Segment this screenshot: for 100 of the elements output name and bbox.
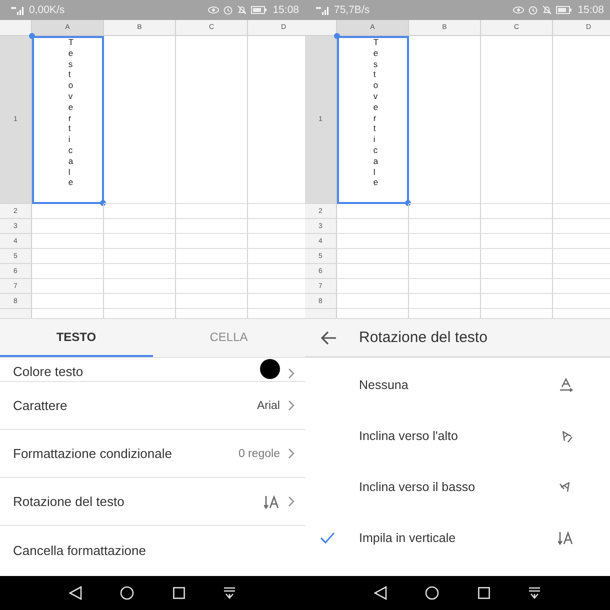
table-cell[interactable] (481, 204, 553, 219)
table-cell[interactable] (337, 264, 409, 279)
notification-icon[interactable] (528, 586, 541, 600)
table-cell[interactable] (337, 294, 409, 309)
network-speed: 75,7B/s (334, 4, 370, 16)
option-label: Impila in verticale (359, 530, 456, 544)
network-speed: 0,00K/s (29, 4, 65, 16)
table-cell[interactable] (337, 279, 409, 294)
table-cell[interactable] (409, 204, 481, 219)
table-cell[interactable] (176, 234, 248, 249)
item-label: Rotazione del testo (13, 494, 124, 509)
home-icon[interactable] (120, 586, 134, 600)
chevron-icon (288, 368, 295, 379)
corner-cell[interactable] (305, 20, 337, 36)
table-cell[interactable] (337, 249, 409, 264)
table-cell[interactable] (481, 264, 553, 279)
clock-time: 15:08 (578, 4, 604, 16)
recents-icon[interactable] (478, 587, 490, 599)
table-cell[interactable] (409, 36, 481, 204)
table-cell[interactable] (481, 279, 553, 294)
table-cell[interactable] (409, 264, 481, 279)
tab[interactable]: TESTO (0, 319, 152, 357)
corner-cell[interactable] (0, 20, 32, 36)
table-cell[interactable] (481, 36, 553, 204)
option-label: Inclina verso l'alto (359, 428, 458, 442)
table-cell[interactable] (32, 294, 104, 309)
table-cell[interactable] (176, 294, 248, 309)
table-cell[interactable] (104, 234, 176, 249)
table-cell[interactable] (32, 234, 104, 249)
vertical-text-icon (558, 530, 574, 544)
table-cell[interactable] (481, 294, 553, 309)
item-label: Formattazione condizionale (13, 446, 172, 461)
item-value: Arial (256, 400, 280, 412)
menu-item[interactable]: Carattere Arial (0, 382, 305, 430)
table-cell[interactable] (104, 204, 176, 219)
text-rotation-icon (558, 378, 574, 392)
table-cell[interactable] (32, 249, 104, 264)
chevron-icon (288, 496, 295, 507)
cell-text: Testo verticale (372, 36, 378, 190)
eye-icon (208, 6, 219, 14)
battery-icon (250, 6, 267, 14)
rotation-option[interactable]: Inclina verso l'alto (305, 410, 610, 461)
table-cell[interactable] (104, 219, 176, 234)
table-cell[interactable] (176, 249, 248, 264)
item-label: Cancella formattazione (13, 542, 146, 558)
table-cell[interactable] (409, 219, 481, 234)
table-cell[interactable] (409, 279, 481, 294)
battery-icon (556, 6, 572, 14)
table-cell[interactable] (337, 204, 409, 219)
recents-icon[interactable] (172, 587, 185, 599)
table-cell[interactable] (337, 234, 409, 249)
vertical-text-icon (264, 494, 280, 508)
table-cell[interactable] (104, 249, 176, 264)
table-cell[interactable] (176, 219, 248, 234)
table-cell[interactable] (104, 264, 176, 279)
table-cell[interactable] (481, 234, 553, 249)
eye-icon (512, 6, 524, 14)
table-cell[interactable] (176, 204, 248, 219)
signal-icon (11, 6, 25, 14)
rotation-option[interactable]: Impila in verticale (305, 512, 610, 563)
table-cell[interactable] (104, 279, 176, 294)
table-cell[interactable] (32, 279, 104, 294)
table-cell[interactable] (481, 249, 553, 264)
chevron-icon (288, 448, 295, 459)
signal-icon (316, 6, 330, 14)
alarm-icon (222, 5, 233, 15)
table-cell[interactable] (409, 294, 481, 309)
table-cell[interactable]: Testo verticale (337, 36, 409, 204)
menu-item[interactable]: Rotazione del testo (0, 478, 305, 526)
table-cell[interactable] (337, 219, 409, 234)
table-cell[interactable] (104, 294, 176, 309)
table-cell[interactable] (32, 264, 104, 279)
bell-off-icon (542, 5, 552, 15)
table-cell[interactable] (176, 264, 248, 279)
table-cell[interactable] (176, 279, 248, 294)
clock-time: 15:08 (272, 4, 299, 16)
table-cell[interactable]: Testo verticale (32, 36, 104, 204)
alarm-icon (528, 5, 538, 15)
table-cell[interactable] (32, 204, 104, 219)
item-value: 0 regole (238, 448, 280, 460)
rotation-option[interactable]: Nessuna (305, 359, 610, 410)
notification-icon[interactable] (222, 586, 236, 600)
table-cell[interactable] (481, 219, 553, 234)
table-cell[interactable] (32, 219, 104, 234)
option-label: Nessuna (359, 378, 408, 392)
panel-title: Rotazione del testo (359, 329, 488, 346)
menu-item[interactable]: Colore testo (0, 358, 305, 382)
table-cell[interactable] (176, 36, 248, 204)
menu-item[interactable]: Cancella formattazione (0, 526, 305, 574)
item-label: Carattere (13, 398, 68, 413)
table-cell[interactable] (409, 249, 481, 264)
cell-text: Testo verticale (67, 36, 74, 190)
bell-off-icon (236, 5, 247, 15)
table-cell[interactable] (409, 234, 481, 249)
table-cell[interactable] (104, 36, 176, 204)
rotation-option[interactable]: Inclina verso il basso (305, 461, 610, 512)
home-icon[interactable] (425, 586, 440, 600)
menu-item[interactable]: Formattazione condizionale 0 regole (0, 430, 305, 478)
option-label: Inclina verso il basso (359, 480, 476, 494)
back-icon[interactable] (321, 330, 337, 344)
